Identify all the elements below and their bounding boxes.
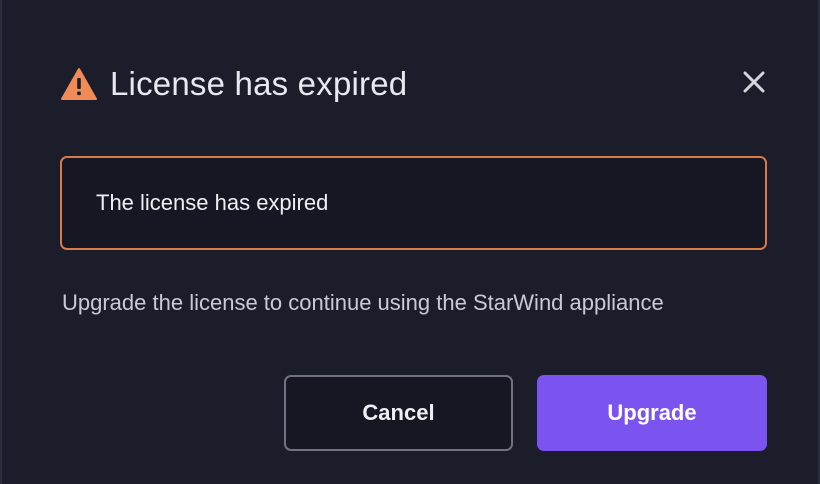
upgrade-button[interactable]: Upgrade bbox=[537, 375, 767, 451]
close-button[interactable] bbox=[738, 68, 770, 100]
dialog-description: Upgrade the license to continue using th… bbox=[62, 290, 664, 315]
alert-message-box: The license has expired bbox=[60, 156, 767, 250]
alert-message: The license has expired bbox=[96, 190, 329, 215]
dialog-header: License has expired bbox=[60, 62, 407, 106]
license-expired-dialog: License has expired The license has expi… bbox=[0, 0, 820, 484]
dialog-title: License has expired bbox=[110, 65, 408, 102]
warning-triangle-icon bbox=[60, 67, 98, 101]
cancel-button[interactable]: Cancel bbox=[284, 375, 513, 451]
close-icon bbox=[741, 69, 767, 100]
